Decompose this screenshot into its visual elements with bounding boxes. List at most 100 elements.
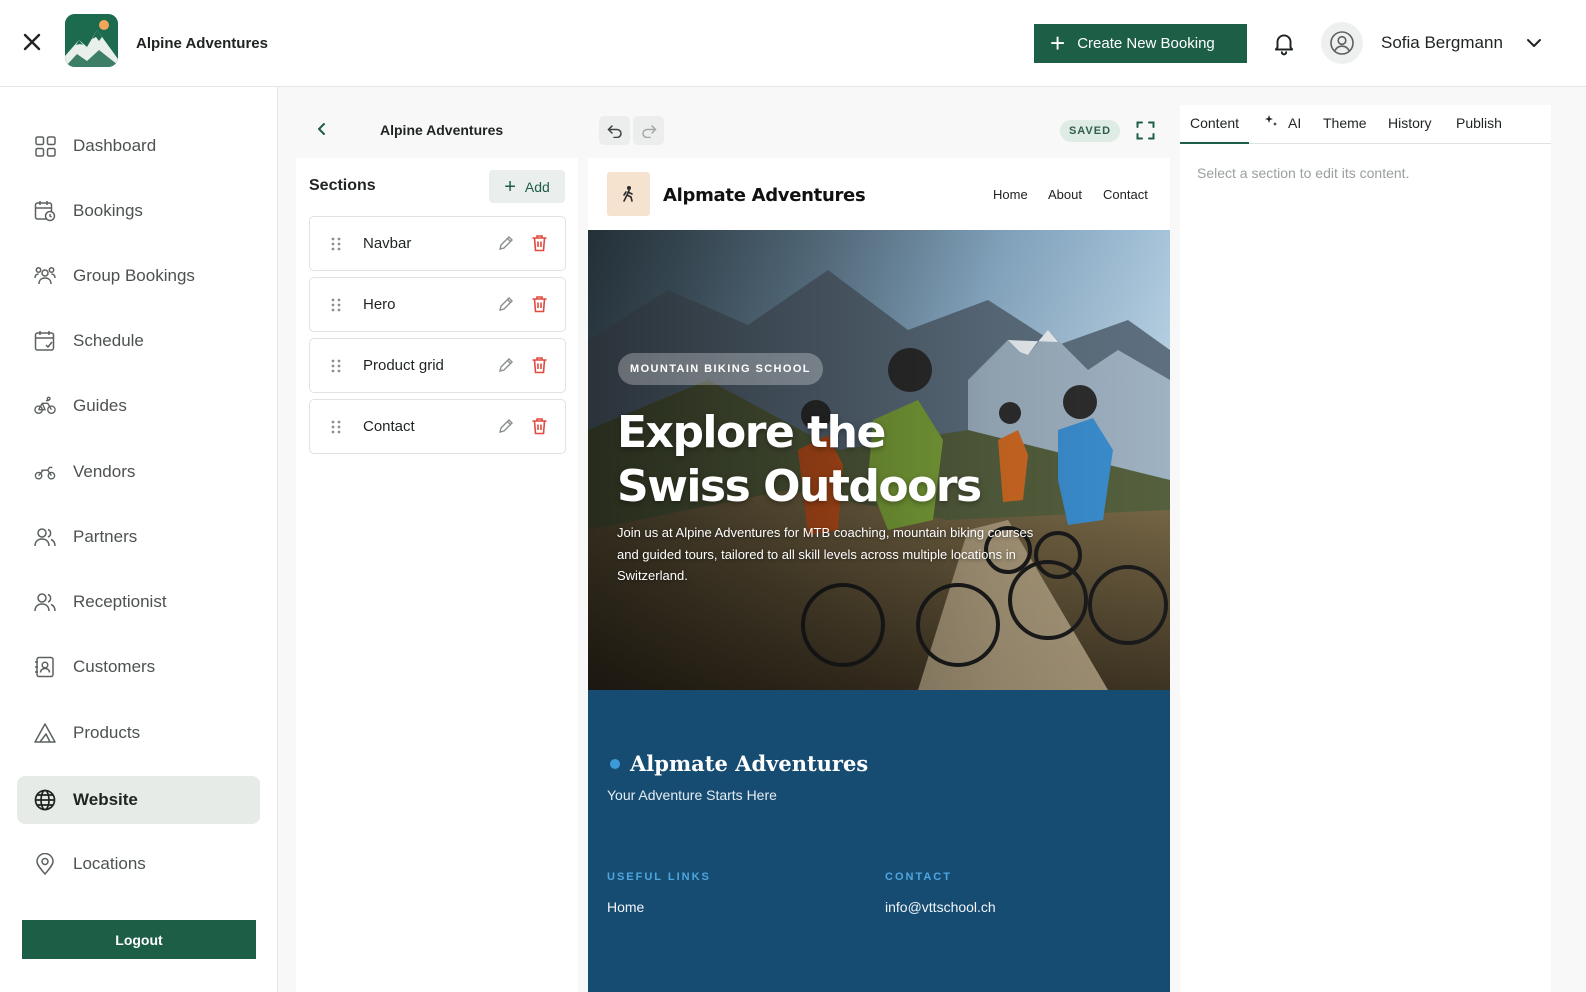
- sidebar-item-label: Customers: [73, 657, 156, 676]
- drag-handle-icon[interactable]: [329, 236, 343, 252]
- avatar[interactable]: [1321, 22, 1363, 64]
- pencil-icon[interactable]: [498, 357, 514, 373]
- plus-icon: +: [1050, 27, 1066, 58]
- sidebar-item-bookings[interactable]: Bookings: [17, 187, 260, 235]
- preview-hero[interactable]: MOUNTAIN BIKING SCHOOL Explore the Swiss…: [588, 230, 1170, 690]
- pencil-icon[interactable]: [498, 296, 514, 312]
- users-icon: [34, 591, 56, 613]
- sections-title: Sections: [309, 177, 376, 194]
- top-bar: Alpine Adventures + Create New Booking S…: [0, 0, 1586, 87]
- sidebar-item-label: Website: [73, 790, 138, 809]
- footer-useful-links-heading: USEFUL LINKS: [607, 871, 711, 883]
- users-group-icon: [34, 265, 56, 287]
- hiker-icon: [622, 186, 633, 202]
- brand-logo: [65, 14, 118, 67]
- footer-contact-heading: CONTACT: [885, 871, 952, 883]
- preview-footer[interactable]: Alpmate Adventures Your Adventure Starts…: [588, 690, 1170, 992]
- tab-history[interactable]: History: [1388, 115, 1432, 144]
- tab-theme[interactable]: Theme: [1323, 115, 1367, 144]
- drag-handle-icon[interactable]: [329, 297, 343, 313]
- motorbike-icon: [34, 461, 56, 483]
- sidebar-item-customers[interactable]: Customers: [17, 643, 260, 691]
- logout-button[interactable]: Logout: [22, 920, 256, 959]
- brand-name: Alpine Adventures: [136, 35, 268, 52]
- pencil-icon[interactable]: [498, 235, 514, 251]
- trash-icon[interactable]: [531, 234, 548, 252]
- sidebar-item-products[interactable]: Products: [17, 709, 260, 757]
- project-name: Alpine Adventures: [380, 122, 504, 138]
- undo-button[interactable]: [599, 116, 630, 145]
- sidebar-item-label: Dashboard: [73, 136, 157, 155]
- preview-navbar[interactable]: Alpmate Adventures Home About Contact: [588, 158, 1170, 230]
- sidebar-item-group-bookings[interactable]: Group Bookings: [17, 252, 260, 300]
- footer-brand-dot: [610, 759, 620, 769]
- chevron-left-icon[interactable]: [313, 120, 331, 138]
- create-booking-button[interactable]: + Create New Booking: [1034, 24, 1247, 63]
- trash-icon[interactable]: [531, 417, 548, 435]
- section-card-hero[interactable]: Hero: [309, 277, 566, 332]
- sidebar-item-locations[interactable]: Locations: [17, 840, 260, 888]
- sidebar-item-label: Schedule: [73, 331, 144, 350]
- drag-handle-icon[interactable]: [329, 358, 343, 374]
- tab-content[interactable]: Content: [1180, 115, 1250, 144]
- close-icon[interactable]: [21, 31, 43, 53]
- sidebar-item-partners[interactable]: Partners: [17, 513, 260, 561]
- section-label: Contact: [363, 418, 415, 435]
- section-card-contact[interactable]: Contact: [309, 399, 566, 454]
- sidebar-item-receptionist[interactable]: Receptionist: [17, 578, 260, 626]
- map-pin-icon: [34, 853, 56, 875]
- preview-nav-link-about[interactable]: About: [1048, 187, 1082, 202]
- sparkle-icon: [1265, 115, 1277, 126]
- preview-nav-link-home[interactable]: Home: [993, 187, 1028, 202]
- add-section-label: Add: [524, 178, 550, 195]
- sidebar: Dashboard Bookings Group Bookings Schedu…: [0, 87, 278, 992]
- redo-button[interactable]: [633, 116, 664, 145]
- sidebar-item-label: Guides: [73, 396, 127, 415]
- footer-contact-email[interactable]: info@vttschool.ch: [885, 899, 996, 915]
- redo-icon: [641, 124, 656, 138]
- inspector-empty-message: Select a section to edit its content.: [1197, 165, 1410, 181]
- trash-icon[interactable]: [531, 356, 548, 374]
- undo-icon: [607, 124, 622, 138]
- sidebar-item-label: Vendors: [73, 462, 136, 481]
- status-badge: SAVED: [1060, 120, 1120, 142]
- sidebar-item-label: Locations: [73, 854, 146, 873]
- user-name[interactable]: Sofia Bergmann: [1381, 33, 1503, 53]
- sidebar-item-label: Group Bookings: [73, 266, 195, 285]
- grid-icon: [34, 135, 56, 157]
- tab-publish[interactable]: Publish: [1456, 115, 1502, 144]
- sidebar-item-vendors[interactable]: Vendors: [17, 448, 260, 496]
- preview-brand: Alpmate Adventures: [663, 185, 866, 206]
- section-card-navbar[interactable]: Navbar: [309, 216, 566, 271]
- pencil-icon[interactable]: [498, 418, 514, 434]
- sidebar-item-guides[interactable]: Guides: [17, 382, 260, 430]
- contact-card-icon: [34, 656, 56, 678]
- tab-ai[interactable]: AI: [1265, 115, 1301, 144]
- footer-tagline: Your Adventure Starts Here: [607, 787, 777, 803]
- footer-brand: Alpmate Adventures: [630, 751, 869, 776]
- preview-nav-link-contact[interactable]: Contact: [1103, 187, 1148, 202]
- calendar-check-icon: [34, 330, 56, 352]
- footer-link-home[interactable]: Home: [607, 899, 644, 915]
- globe-icon: [34, 789, 56, 811]
- chevron-down-icon[interactable]: [1525, 34, 1543, 52]
- bell-icon[interactable]: [1271, 30, 1297, 56]
- bike-icon: [34, 395, 56, 417]
- hero-badge: MOUNTAIN BIKING SCHOOL: [618, 353, 823, 385]
- calendar-clock-icon: [34, 200, 56, 222]
- mountain-icon: [34, 722, 56, 744]
- user-icon: [1330, 31, 1354, 55]
- inspector-tabs: Content AI Theme History Publish: [1180, 105, 1551, 144]
- sidebar-item-schedule[interactable]: Schedule: [17, 317, 260, 365]
- users-icon: [34, 526, 56, 548]
- drag-handle-icon[interactable]: [329, 419, 343, 435]
- fullscreen-icon[interactable]: [1136, 121, 1155, 140]
- section-card-product-grid[interactable]: Product grid: [309, 338, 566, 393]
- sidebar-item-website[interactable]: Website: [17, 776, 260, 824]
- preview-logo: [607, 172, 650, 216]
- sidebar-item-label: Partners: [73, 527, 138, 546]
- sidebar-item-dashboard[interactable]: Dashboard: [17, 122, 260, 170]
- trash-icon[interactable]: [531, 295, 548, 313]
- add-section-button[interactable]: + Add: [489, 170, 565, 203]
- site-preview: Alpmate Adventures Home About Contact MO…: [588, 158, 1170, 992]
